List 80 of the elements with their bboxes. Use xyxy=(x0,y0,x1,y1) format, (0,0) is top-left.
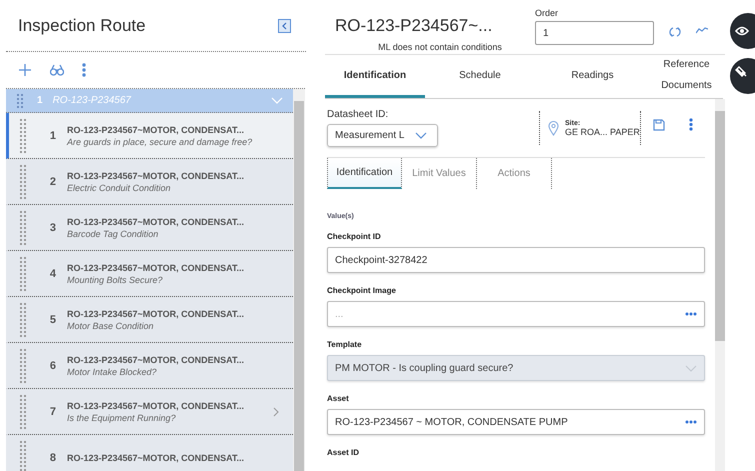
route-item[interactable]: 1 RO-123-P234567~MOTOR, CONDENSAT... Are guards in place, secure and damage free? xyxy=(6,113,293,159)
more-options-icon[interactable] xyxy=(82,63,86,77)
drag-handle-icon xyxy=(20,210,26,244)
field-label: Checkpoint Image xyxy=(327,286,397,295)
scrollbar[interactable] xyxy=(715,99,725,471)
drag-handle-icon xyxy=(20,348,26,382)
route-item[interactable]: 8 RO-123-P234567~MOTOR, CONDENSAT... xyxy=(6,435,293,471)
route-item[interactable]: 2 RO-123-P234567~MOTOR, CONDENSAT... Electric Conduit Condition xyxy=(6,159,293,205)
location-pin-icon xyxy=(548,120,559,136)
item-subtitle: Is the Equipment Running? xyxy=(67,412,177,422)
item-number: 1 xyxy=(48,130,56,142)
route-item[interactable]: 5 RO-123-P234567~MOTOR, CONDENSAT... Motor Base Condition xyxy=(6,297,293,343)
add-icon[interactable] xyxy=(18,63,32,77)
chevron-down-icon xyxy=(685,364,697,372)
chevron-down-icon xyxy=(415,132,427,139)
drag-handle-icon xyxy=(20,256,26,290)
field-label: Order xyxy=(535,8,560,18)
item-subtitle: Motor Base Condition xyxy=(67,320,155,330)
item-number: 7 xyxy=(48,406,56,418)
datasheet-dropdown[interactable]: Measurement L xyxy=(327,124,438,147)
more-options-icon[interactable] xyxy=(689,118,693,131)
tab[interactable]: Identification xyxy=(327,158,402,189)
field-label: Asset ID xyxy=(327,448,360,457)
record-subtitle: ML does not contain conditions xyxy=(378,42,502,52)
tab[interactable]: Schedule xyxy=(425,55,535,98)
route-item[interactable]: 4 RO-123-P234567~MOTOR, CONDENSAT... Mounting Bolts Secure? xyxy=(6,251,293,297)
item-number: 2 xyxy=(48,176,56,188)
trend-icon[interactable] xyxy=(696,26,708,34)
item-number: 4 xyxy=(48,268,56,280)
field-label: Template xyxy=(327,340,363,349)
drag-handle-icon xyxy=(17,94,23,108)
record-title: RO-123-P234567~... xyxy=(335,16,492,36)
panel-title: Inspection Route xyxy=(18,16,146,36)
item-subtitle: Motor Intake Blocked? xyxy=(67,366,158,376)
item-title: RO-123-P234567~MOTOR, CONDENSAT... xyxy=(67,308,245,318)
drag-handle-icon xyxy=(20,394,26,428)
refresh-icon[interactable] xyxy=(668,26,682,38)
tab[interactable]: Actions xyxy=(477,158,552,189)
drag-handle-icon xyxy=(20,164,26,198)
save-icon[interactable] xyxy=(653,118,665,130)
item-number: 3 xyxy=(48,222,56,234)
site-name: GE ROA... PAPER xyxy=(565,126,640,136)
more-options-icon xyxy=(685,420,697,424)
order-field[interactable]: 1 xyxy=(535,21,654,45)
item-title: RO-123-P234567~MOTOR, CONDENSAT... xyxy=(67,216,245,226)
drag-handle-icon xyxy=(20,118,26,152)
field-label: Checkpoint ID xyxy=(327,232,382,241)
chevron-right-icon[interactable] xyxy=(273,406,279,416)
item-title: RO-123-P234567~MOTOR, CONDENSAT... xyxy=(67,354,245,364)
scrollbar[interactable] xyxy=(293,89,305,471)
item-subtitle: Electric Conduit Condition xyxy=(67,182,172,192)
field-label: Asset xyxy=(327,394,350,403)
drag-handle-icon xyxy=(20,440,26,471)
binoculars-icon[interactable] xyxy=(50,64,64,76)
drag-handle-icon xyxy=(20,302,26,336)
route-item[interactable]: 7 RO-123-P234567~MOTOR, CONDENSAT... Is the Equipment Running? xyxy=(6,389,293,435)
item-title: RO-123-P234567~MOTOR, CONDENSAT... xyxy=(67,262,245,272)
item-number: 8 xyxy=(48,452,56,464)
tab[interactable]: Limit Values xyxy=(402,158,477,189)
item-title: RO-123-P234567~MOTOR, CONDENSAT... xyxy=(67,170,245,180)
item-number: 5 xyxy=(48,314,56,326)
item-title: RO-123-P234567~MOTOR, CONDENSAT... xyxy=(67,452,245,462)
item-subtitle: Barcode Tag Condition xyxy=(67,228,160,238)
route-name: RO-123-P234567 xyxy=(52,95,132,106)
tab[interactable]: Reference Documents xyxy=(650,55,723,98)
item-number: 6 xyxy=(48,360,56,372)
collapse-panel-icon[interactable] xyxy=(278,18,291,32)
item-subtitle: Mounting Bolts Secure? xyxy=(67,274,164,284)
route-item[interactable]: 3 RO-123-P234567~MOTOR, CONDENSAT... Barcode Tag Condition xyxy=(6,205,293,251)
item-title: RO-123-P234567~MOTOR, CONDENSAT... xyxy=(67,124,245,134)
tab[interactable]: Identification xyxy=(325,55,425,98)
item-title: RO-123-P234567~MOTOR, CONDENSAT... xyxy=(67,400,245,410)
route-item[interactable]: 6 RO-123-P234567~MOTOR, CONDENSAT... Motor Intake Blocked? xyxy=(6,343,293,389)
tab[interactable]: Readings xyxy=(535,55,650,98)
route-number: 1 xyxy=(37,95,43,106)
field-label: Datasheet ID: xyxy=(327,109,390,120)
input-field[interactable]: Checkpoint-3278422 xyxy=(327,247,705,273)
item-subtitle: Are guards in place, secure and damage free? xyxy=(67,136,254,146)
more-options-icon xyxy=(685,312,697,316)
picker-field[interactable]: RO-123-P234567 ~ MOTOR, CONDENSATE PUMP xyxy=(327,409,705,435)
